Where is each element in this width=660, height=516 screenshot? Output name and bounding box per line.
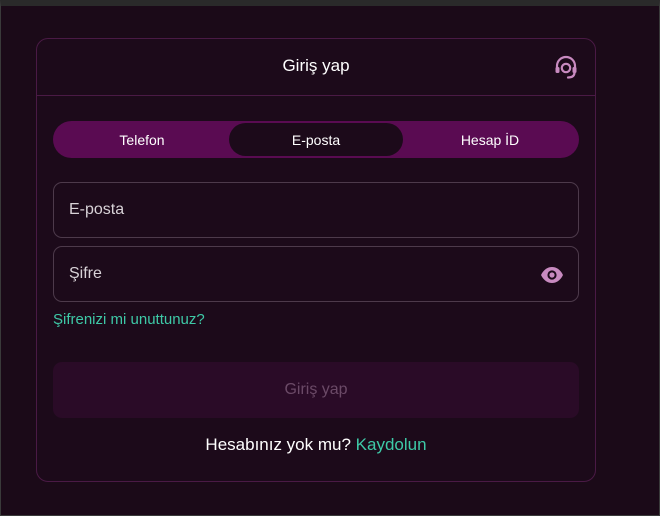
- eye-icon[interactable]: [540, 264, 564, 286]
- signup-prompt: Hesabınız yok mu?: [205, 435, 351, 454]
- password-input[interactable]: [69, 247, 509, 301]
- login-submit-button[interactable]: Giriş yap: [53, 362, 579, 418]
- password-field[interactable]: [53, 246, 579, 302]
- email-field[interactable]: [53, 182, 579, 238]
- app-frame: Giriş yap Telefon E-posta Hesap İD E-pos…: [0, 0, 660, 516]
- forgot-password-link[interactable]: Şifrenizi mi unuttunuz?: [53, 311, 205, 328]
- tab-email[interactable]: E-posta: [229, 123, 403, 156]
- signup-link[interactable]: Kaydolun: [356, 435, 427, 454]
- login-method-tabs: Telefon E-posta Hesap İD: [53, 121, 579, 158]
- headset-icon[interactable]: [553, 55, 579, 81]
- signup-row: Hesabınız yok mu? Kaydolun: [37, 435, 595, 455]
- email-input[interactable]: [69, 183, 509, 237]
- modal-title: Giriş yap: [282, 56, 350, 75]
- modal-header: Giriş yap: [37, 39, 595, 96]
- tab-phone[interactable]: Telefon: [55, 123, 229, 156]
- login-modal: Giriş yap Telefon E-posta Hesap İD E-pos…: [36, 38, 596, 482]
- tab-account-id[interactable]: Hesap İD: [403, 123, 577, 156]
